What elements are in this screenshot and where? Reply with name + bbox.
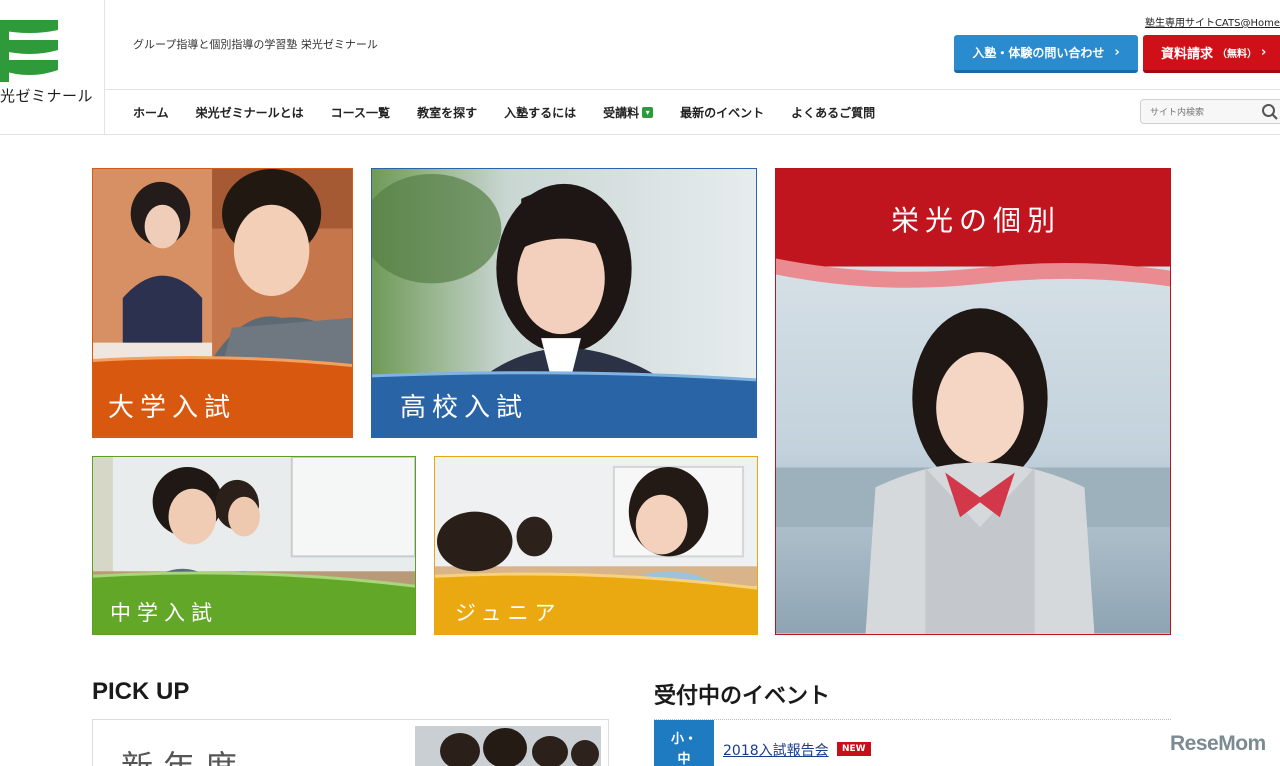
pickup-banner[interactable]: 新年度 [92, 719, 609, 766]
contact-button-label: 入塾・体験の問い合わせ [972, 46, 1105, 60]
search-input[interactable] [1141, 101, 1251, 125]
pickup-heading: PICK UP [92, 678, 190, 705]
divider [105, 89, 1280, 90]
students-photo [415, 726, 601, 766]
chevron-right-icon: › [1261, 45, 1267, 60]
tile-label: 高校入試 [400, 393, 529, 423]
search-icon[interactable] [1261, 103, 1279, 121]
tile-kobetsu[interactable]: 栄光の個別 [775, 168, 1171, 635]
site-tagline: グループ指導と個別指導の学習塾 栄光ゼミナール [133, 38, 378, 51]
chevron-right-icon: › [1114, 45, 1120, 60]
logo-text: 光ゼミナール [0, 87, 94, 105]
tile-label: ジュニア [455, 601, 562, 625]
nav-item-about[interactable]: 栄光ゼミナールとは [196, 104, 304, 121]
nav-item-faq[interactable]: よくあるご質問 [791, 104, 875, 121]
cats-home-link[interactable]: 塾生専用サイトCATS@Home [1145, 14, 1280, 29]
divider [0, 134, 1280, 135]
new-badge: NEW [837, 742, 871, 756]
nav-item-home[interactable]: ホーム [133, 104, 169, 121]
dropdown-icon: ▾ [642, 107, 654, 118]
tile-label: 大学入試 [108, 393, 237, 423]
logo-area[interactable]: 光ゼミナール [0, 0, 105, 134]
divider [654, 719, 1171, 720]
pickup-banner-text: 新年度 [121, 742, 247, 766]
tile-junior[interactable]: ジュニア [434, 456, 758, 635]
nav-item-courses[interactable]: コース一覧 [331, 104, 390, 121]
event-tag-line: 中 [677, 752, 691, 766]
tile-label: 中学入試 [110, 601, 218, 625]
request-button-sub: （無料） [1217, 49, 1258, 60]
event-category-tag: 小・ 中 [654, 720, 714, 766]
request-materials-button[interactable]: 資料請求 （無料） › [1143, 35, 1280, 73]
site-search [1140, 99, 1280, 125]
tile-label: 栄光の個別 [891, 204, 1062, 237]
nav-item-classrooms[interactable]: 教室を探す [417, 104, 477, 121]
event-tag-line: 小・ [670, 732, 697, 747]
main-nav: ホーム 栄光ゼミナールとは コース一覧 教室を探す 入塾するには 受講料 ▾ 最新… [133, 104, 902, 121]
tile-juniorhigh-exam[interactable]: 中学入試 [92, 456, 416, 635]
events-heading: 受付中のイベント [654, 684, 831, 709]
contact-button[interactable]: 入塾・体験の問い合わせ › [954, 35, 1138, 73]
resemom-watermark: ReseMom [1170, 732, 1266, 755]
tile-university-exam[interactable]: 大学入試 [92, 168, 353, 438]
event-link[interactable]: 2018入試報告会 [723, 740, 829, 760]
nav-item-events[interactable]: 最新のイベント [680, 104, 764, 121]
eikou-logo-icon [0, 20, 58, 82]
nav-item-fees[interactable]: 受講料 ▾ [603, 104, 654, 121]
tile-highschool-exam[interactable]: 高校入試 [371, 168, 757, 438]
nav-item-enroll[interactable]: 入塾するには [504, 104, 576, 121]
request-button-label: 資料請求 [1161, 47, 1214, 62]
